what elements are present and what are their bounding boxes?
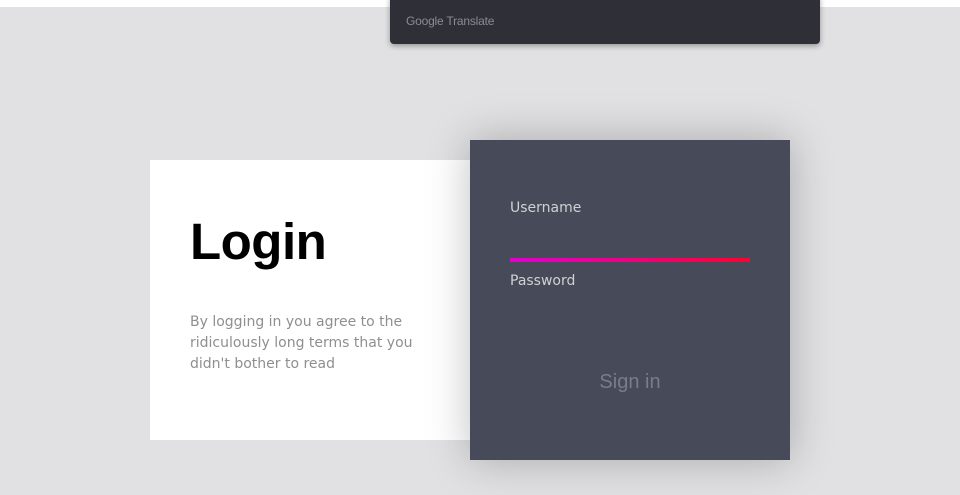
translate-wordmark: Translate: [446, 14, 495, 28]
username-focus-underline: [510, 258, 750, 262]
sign-in-button[interactable]: Sign in: [510, 360, 750, 404]
page-title: Login: [190, 213, 327, 270]
login-form: Username Password Sign in: [470, 140, 790, 460]
google-translate-logo: Google Translate: [406, 14, 494, 28]
login-info-card: Login By logging in you agree to the rid…: [150, 160, 480, 440]
username-label: Username: [510, 200, 582, 216]
google-wordmark: Google: [406, 14, 444, 28]
password-input[interactable]: [510, 297, 750, 331]
terms-notice: By logging in you agree to the ridiculou…: [190, 314, 413, 372]
google-translate-bar: Google Translate: [390, 0, 820, 44]
password-label: Password: [510, 273, 576, 289]
username-input[interactable]: [510, 224, 750, 258]
